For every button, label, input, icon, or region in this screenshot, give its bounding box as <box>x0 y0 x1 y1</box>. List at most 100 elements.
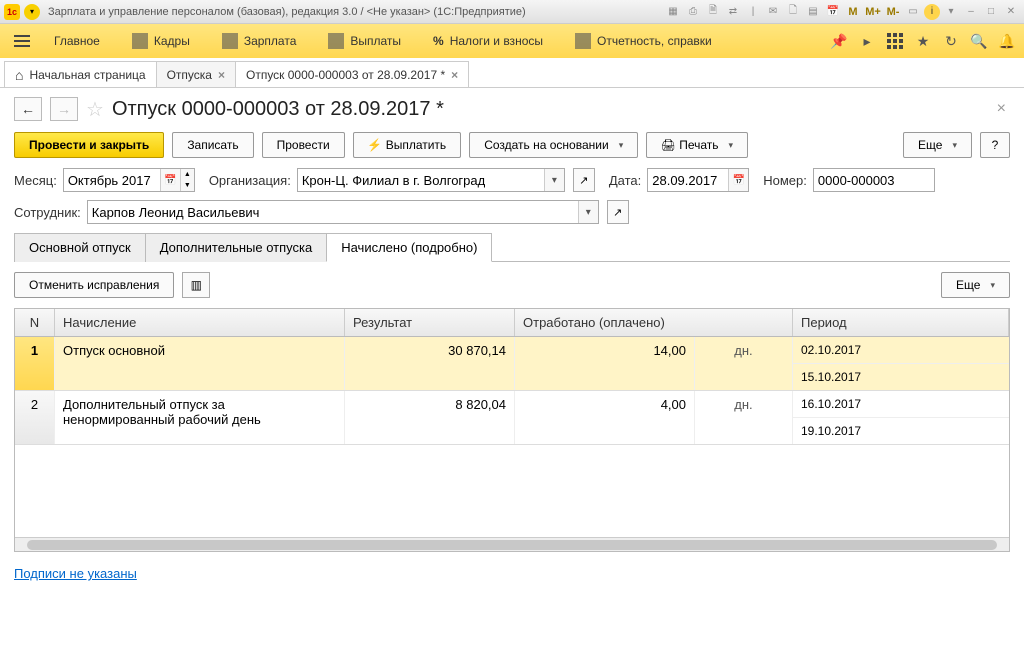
spinner-up-icon[interactable]: ▲ <box>180 169 194 180</box>
print-icon[interactable]: ⎙ <box>684 4 702 20</box>
close-icon[interactable]: × <box>451 68 458 82</box>
more-button[interactable]: Еще <box>903 132 972 158</box>
nav-back-button[interactable]: ← <box>14 97 42 121</box>
document-toolbar: Провести и закрыть Записать Провести ⚡Вы… <box>14 132 1010 158</box>
send-icon[interactable]: ✉ <box>764 4 782 20</box>
cell-result: 30 870,14 <box>345 337 515 390</box>
cell-unit: дн. <box>695 391 793 444</box>
period-from: 02.10.2017 <box>793 337 1009 364</box>
tb-icon-1[interactable]: ▦ <box>664 4 682 20</box>
printer-icon: 🖨 <box>661 138 675 152</box>
employee-input[interactable] <box>88 201 578 223</box>
nav-right-icon[interactable]: ▸ <box>858 32 876 50</box>
lightning-icon: ⚡ <box>368 138 382 152</box>
calendar-btn-icon[interactable]: 📅 <box>160 169 180 191</box>
tb-dropdown[interactable]: ▾ <box>942 4 960 20</box>
dropdown-icon[interactable]: ▾ <box>578 201 598 223</box>
titlebar-dropdown[interactable]: ▾ <box>24 4 40 20</box>
org-field[interactable]: ▾ <box>297 168 565 192</box>
cancel-corrections-button[interactable]: Отменить исправления <box>14 272 174 298</box>
tab-vacations[interactable]: Отпуска × <box>156 61 236 87</box>
save-button[interactable]: Записать <box>172 132 253 158</box>
menu-taxes-label: Налоги и взносы <box>450 34 543 48</box>
col-worked[interactable]: Отработано (оплачено) <box>515 309 793 336</box>
help-button[interactable]: ? <box>980 132 1010 158</box>
calendar-btn-icon[interactable]: 📅 <box>728 169 748 191</box>
tab-home[interactable]: Начальная страница <box>4 61 157 87</box>
col-calc[interactable]: Начисление <box>55 309 345 336</box>
compare-icon[interactable]: ⇄ <box>724 4 742 20</box>
menu-hr[interactable]: Кадры <box>118 29 204 53</box>
search-icon[interactable]: 🔍 <box>970 32 988 50</box>
tab-vacation-doc[interactable]: Отпуск 0000-000003 от 28.09.2017 * × <box>235 61 469 87</box>
horizontal-scrollbar[interactable] <box>15 537 1009 551</box>
tab-accrued-detail[interactable]: Начислено (подробно) <box>326 233 492 262</box>
menu-payments[interactable]: Выплаты <box>314 29 415 53</box>
print-button[interactable]: 🖨Печать <box>646 132 748 158</box>
favorite-star-icon[interactable]: ☆ <box>86 97 104 122</box>
employee-field[interactable]: ▾ <box>87 200 599 224</box>
number-field[interactable] <box>813 168 935 192</box>
employee-open-icon[interactable]: ↗ <box>607 200 629 224</box>
tab-main-vacation[interactable]: Основной отпуск <box>14 233 146 262</box>
accrual-grid: N Начисление Результат Отработано (оплач… <box>14 308 1010 552</box>
cell-worked: 14,00 <box>515 337 695 390</box>
org-open-icon[interactable]: ↗ <box>573 168 595 192</box>
grid-more-button[interactable]: Еще <box>941 272 1010 298</box>
create-based-button[interactable]: Создать на основании <box>469 132 638 158</box>
mem-mminus[interactable]: M- <box>884 4 902 20</box>
col-period[interactable]: Период <box>793 309 1009 336</box>
scrollbar-thumb[interactable] <box>27 540 997 550</box>
calendar-icon[interactable]: 📅 <box>824 4 842 20</box>
tab-home-label: Начальная страница <box>29 68 145 82</box>
menu-main[interactable]: Главное <box>40 30 114 52</box>
window-titlebar: 1c ▾ Зарплата и управление персоналом (б… <box>0 0 1024 24</box>
doc-icon[interactable]: 🗎 <box>704 4 722 20</box>
dropdown-icon[interactable]: ▾ <box>544 169 564 191</box>
mem-m[interactable]: M <box>844 4 862 20</box>
month-field[interactable]: 📅 ▲ ▼ <box>63 168 195 192</box>
inner-tabbar: Основной отпуск Дополнительные отпуска Н… <box>14 232 1010 262</box>
info-icon[interactable]: i <box>924 4 940 20</box>
date-input[interactable] <box>648 169 728 191</box>
post-button[interactable]: Провести <box>262 132 345 158</box>
star-icon-tool[interactable]: ★ <box>914 32 932 50</box>
content-area: ← → ☆ Отпуск 0000-000003 от 28.09.2017 *… <box>0 88 1024 657</box>
burger-menu[interactable] <box>8 27 36 55</box>
file-icon[interactable]: 🗋 <box>784 4 802 20</box>
pin-icon[interactable]: 📌 <box>830 32 848 50</box>
bell-icon[interactable]: 🔔 <box>998 32 1016 50</box>
apps-grid-icon[interactable] <box>886 32 904 50</box>
table-row[interactable]: 1 Отпуск основной 30 870,14 14,00 дн. 02… <box>15 337 1009 391</box>
col-result[interactable]: Результат <box>345 309 515 336</box>
calc-icon[interactable]: ▤ <box>804 4 822 20</box>
menu-taxes[interactable]: %Налоги и взносы <box>419 30 557 52</box>
nav-forward-button[interactable]: → <box>50 97 78 121</box>
maximize-icon[interactable]: □ <box>982 4 1000 20</box>
post-and-close-button[interactable]: Провести и закрыть <box>14 132 164 158</box>
number-input[interactable] <box>814 169 934 191</box>
spinner-down-icon[interactable]: ▼ <box>180 180 194 191</box>
window-title: Зарплата и управление персоналом (базова… <box>44 6 660 18</box>
date-field[interactable]: 📅 <box>647 168 749 192</box>
close-icon[interactable]: × <box>218 68 225 82</box>
org-input[interactable] <box>298 169 544 191</box>
col-n[interactable]: N <box>15 309 55 336</box>
history-icon[interactable]: ↻ <box>942 32 960 50</box>
menu-salary[interactable]: Зарплата <box>208 29 311 53</box>
mem-mplus[interactable]: M+ <box>864 4 882 20</box>
menu-reports[interactable]: Отчетность, справки <box>561 29 726 53</box>
pay-button[interactable]: ⚡Выплатить <box>353 132 462 158</box>
tab-additional-vacation[interactable]: Дополнительные отпуска <box>145 233 328 262</box>
month-input[interactable] <box>64 169 160 191</box>
table-row[interactable]: 2 Дополнительный отпуск за ненормированн… <box>15 391 1009 445</box>
panel-icon[interactable]: ▭ <box>904 4 922 20</box>
main-menu: Главное Кадры Зарплата Выплаты %Налоги и… <box>0 24 1024 58</box>
menu-reports-label: Отчетность, справки <box>597 34 712 48</box>
show-columns-icon[interactable]: ▥ <box>182 272 210 298</box>
close-window-icon[interactable]: ✕ <box>1002 4 1020 20</box>
minimize-icon[interactable]: – <box>962 4 980 20</box>
page-close-icon[interactable]: × <box>993 96 1010 122</box>
tab-vacations-label: Отпуска <box>167 68 212 82</box>
signatures-link[interactable]: Подписи не указаны <box>14 566 137 581</box>
